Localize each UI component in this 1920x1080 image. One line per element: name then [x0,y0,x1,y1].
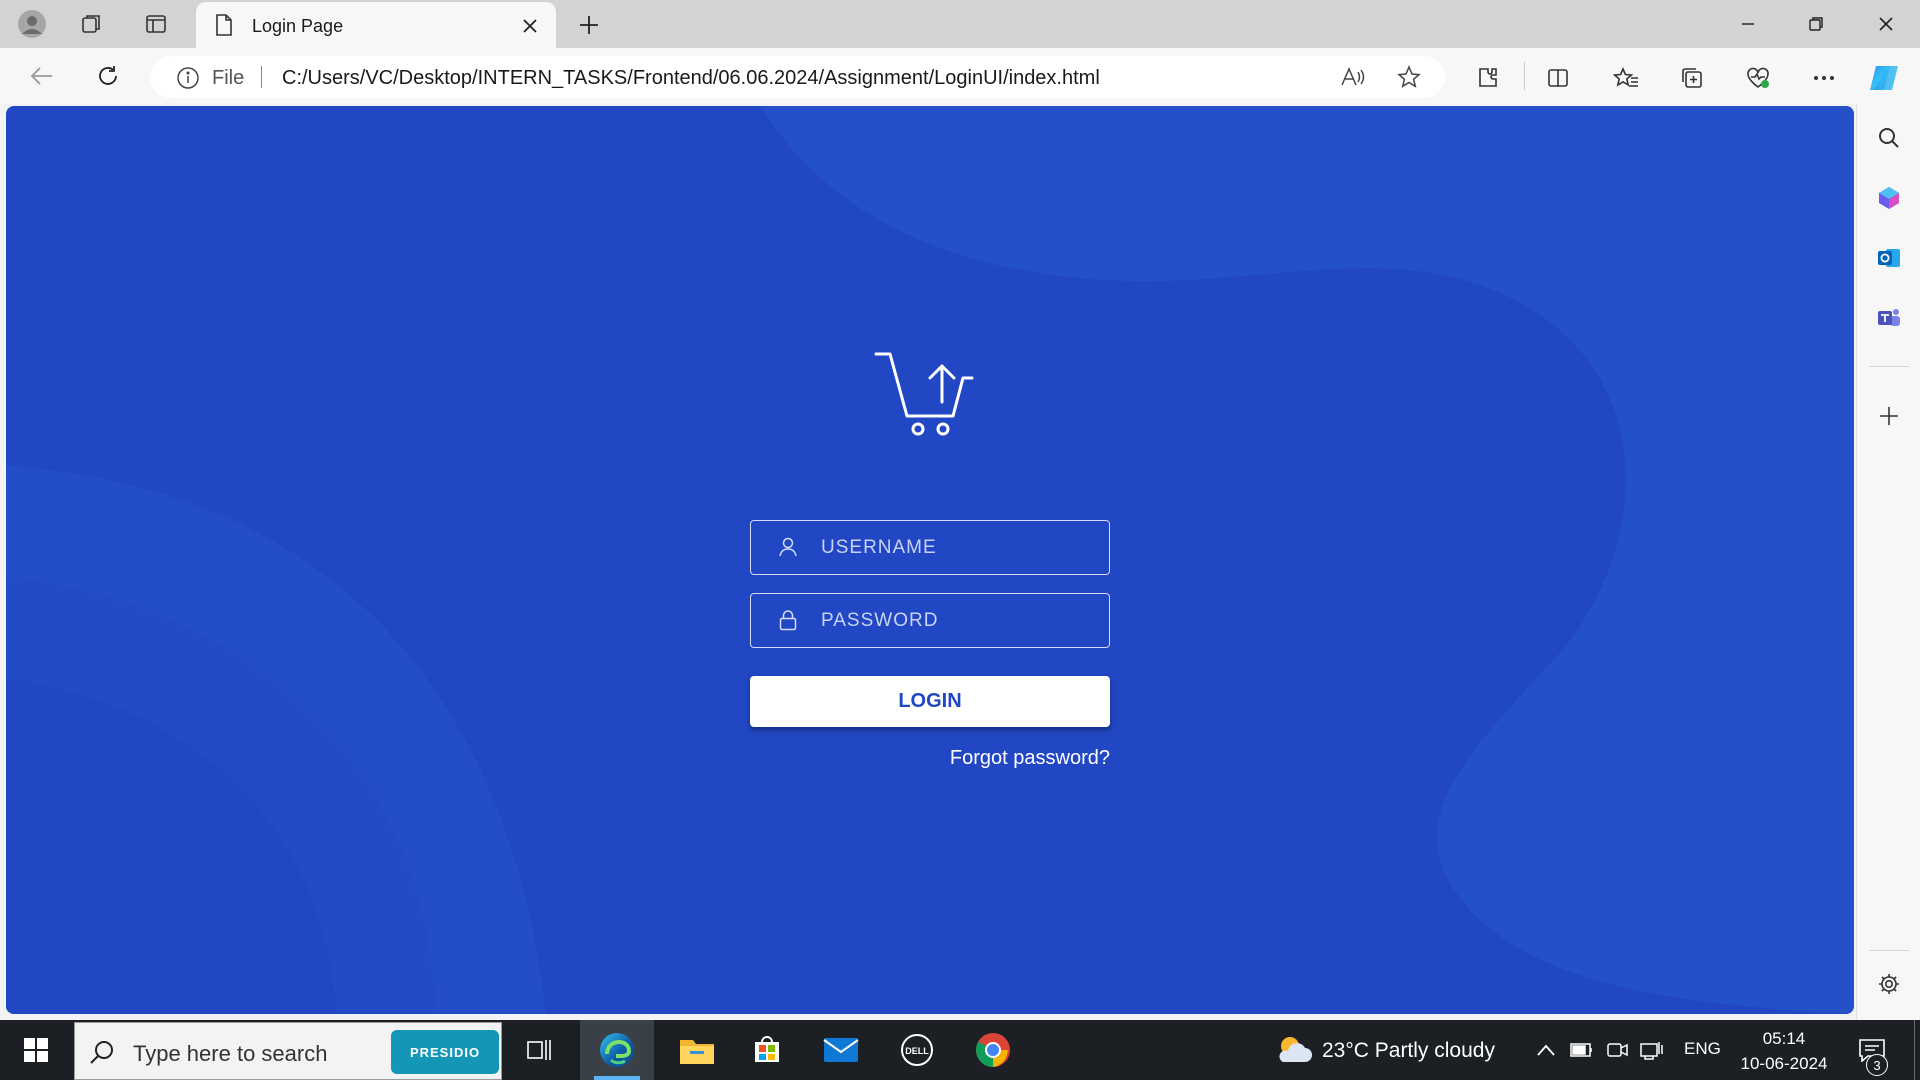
minimize-button[interactable] [1718,4,1778,44]
page-viewport: LOGIN Forgot password? [6,106,1854,1014]
notification-count-badge: 3 [1866,1054,1888,1076]
browser-toolbar: File C:/Users/VC/Desktop/INTERN_TASKS/Fr… [0,48,1920,104]
start-button[interactable] [0,1020,72,1080]
search-highlight-badge[interactable]: PRESIDIO [391,1030,499,1074]
copilot-icon[interactable] [1868,62,1900,94]
browser-tab-strip: Login Page [0,0,1920,48]
back-button[interactable] [24,60,60,92]
restore-button[interactable] [1786,4,1846,44]
search-icon [89,1039,115,1070]
edge-sidebar [1856,104,1920,1022]
refresh-button[interactable] [90,60,126,92]
add-sidebar-app-icon[interactable] [1873,400,1905,432]
url-text[interactable]: C:/Users/VC/Desktop/INTERN_TASKS/Fronten… [282,67,1100,90]
vertical-tabs-icon[interactable] [140,8,172,40]
password-input[interactable] [821,606,1091,636]
read-aloud-icon[interactable] [1338,63,1368,91]
microsoft-store-icon[interactable] [730,1020,804,1080]
teams-icon[interactable] [1873,302,1905,334]
login-button[interactable]: LOGIN [750,676,1110,727]
dell-app-icon[interactable]: DELL [880,1020,954,1080]
split-screen-icon[interactable] [1542,62,1574,94]
svg-text:DELL: DELL [905,1046,929,1056]
workspaces-icon[interactable] [76,8,108,40]
battery-icon[interactable] [1568,1020,1596,1080]
clock[interactable]: 05:14 10-06-2024 [1734,1026,1834,1076]
show-desktop-button[interactable] [1914,1020,1920,1080]
search-icon[interactable] [1873,122,1905,154]
clock-date: 10-06-2024 [1740,1054,1828,1073]
favorite-star-icon[interactable] [1394,63,1424,91]
lock-icon [777,609,799,636]
taskbar-search-box[interactable]: Type here to search PRESIDIO [74,1022,502,1080]
address-bar[interactable]: File C:/Users/VC/Desktop/INTERN_TASKS/Fr… [150,56,1445,98]
tab-title: Login Page [252,16,344,36]
profile-avatar-icon[interactable] [16,8,48,40]
site-info-icon[interactable] [176,66,200,95]
forgot-password-link[interactable]: Forgot password? [750,747,1110,770]
page-icon [214,13,234,42]
file-explorer-icon[interactable] [660,1020,734,1080]
edge-taskbar-icon[interactable] [580,1020,654,1080]
collections-icon[interactable] [1676,62,1708,94]
partly-cloudy-weather-icon[interactable] [1270,1020,1316,1080]
language-indicator[interactable]: ENG [1684,1039,1721,1059]
windows-taskbar: Type here to search PRESIDIO DELL 23°C P… [0,1020,1920,1080]
password-field[interactable] [750,593,1110,648]
browser-essentials-icon[interactable] [1742,62,1774,94]
close-window-button[interactable] [1856,4,1916,44]
weather-text[interactable]: 23°C Partly cloudy [1322,1039,1495,1063]
user-icon [777,536,799,563]
clock-time: 05:14 [1762,1029,1806,1048]
new-tab-button[interactable] [572,8,606,42]
search-placeholder: Type here to search [133,1041,328,1066]
sidebar-separator-bottom [1869,950,1909,951]
settings-gear-icon[interactable] [1873,968,1905,1000]
username-input[interactable] [821,533,1091,563]
favorites-icon[interactable] [1610,62,1642,94]
chrome-icon[interactable] [956,1020,1030,1080]
more-options-icon[interactable] [1808,62,1840,94]
sidebar-separator [1869,366,1909,367]
close-tab-icon[interactable] [516,12,544,40]
copilot-sidebar-icon[interactable] [1873,182,1905,214]
outlook-icon[interactable] [1873,242,1905,274]
address-separator [261,66,262,88]
task-view-icon[interactable] [512,1020,568,1080]
mail-icon[interactable] [804,1020,878,1080]
active-tab[interactable]: Login Page [196,2,556,48]
shopping-cart-logo-icon [866,346,990,461]
network-icon[interactable] [1638,1020,1666,1080]
scheme-label: File [212,67,245,89]
username-field[interactable] [750,520,1110,575]
extensions-icon[interactable] [1472,62,1504,94]
toolbar-separator [1524,62,1525,90]
camera-icon[interactable] [1604,1020,1632,1080]
chevron-up-icon[interactable] [1532,1020,1560,1080]
